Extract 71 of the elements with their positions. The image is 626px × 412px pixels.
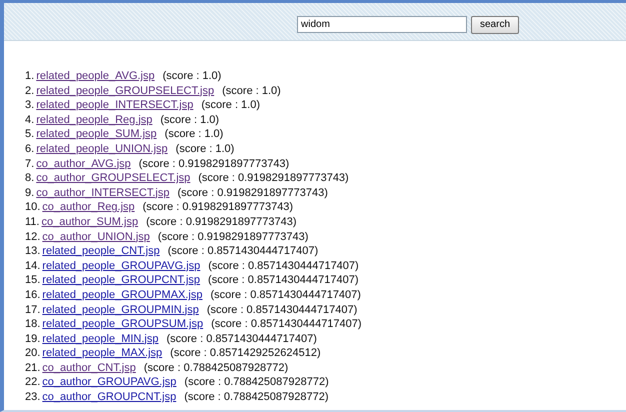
score-text: (score : 0.8571430444717407) <box>206 302 358 318</box>
result-link[interactable]: co_author_INTERSECT.jsp <box>36 186 170 200</box>
result-link[interactable]: co_author_GROUPAVG.jsp <box>42 375 176 390</box>
score-text: (score : 0.788425087928772) <box>184 390 329 405</box>
rank-number: 10. <box>25 200 40 215</box>
result-link[interactable]: co_author_GROUPCNT.jsp <box>42 390 176 405</box>
result-link[interactable]: co_author_SUM.jsp <box>41 214 138 230</box>
search-button[interactable]: search <box>471 16 520 34</box>
result-link[interactable]: related_people_GROUPCNT.jsp <box>42 273 200 288</box>
rank-number: 3. <box>25 98 34 113</box>
score-text: (score : 0.9198291897773743) <box>177 186 328 200</box>
result-link[interactable]: related_people_GROUPMAX.jsp <box>42 288 202 302</box>
result-link[interactable]: co_author_GROUPSELECT.jsp <box>36 171 190 186</box>
rank-number: 15. <box>25 273 40 288</box>
rank-number: 20. <box>25 346 40 361</box>
score-text: (score : 0.9198291897773743) <box>146 214 297 230</box>
rank-number: 14. <box>25 258 40 274</box>
score-text: (score : 1.0) <box>201 98 260 113</box>
rank-number: 9. <box>25 186 34 200</box>
rank-number: 16. <box>25 288 40 302</box>
result-link[interactable]: related_people_INTERSECT.jsp <box>36 98 194 113</box>
rank-number: 5. <box>25 127 34 142</box>
rank-number: 13. <box>25 244 40 259</box>
rank-number: 1. <box>25 69 34 84</box>
result-link[interactable]: related_people_UNION.jsp <box>36 142 168 157</box>
score-text: (score : 0.9198291897773743) <box>138 156 290 172</box>
rank-number: 11. <box>25 214 40 230</box>
score-text: (score : 0.8571430444717407) <box>210 288 361 302</box>
score-text: (score : 0.788425087928772) <box>184 375 329 390</box>
result-link[interactable]: related_people_MAX.jsp <box>42 346 162 361</box>
result-link[interactable]: related_people_GROUPSUM.jsp <box>42 317 204 332</box>
rank-number: 17. <box>25 302 40 318</box>
score-text: (score : 1.0) <box>164 127 224 142</box>
score-text: (score : 1.0) <box>160 112 220 128</box>
score-text: (score : 0.9198291897773743) <box>158 230 308 244</box>
result-link[interactable]: related_people_AVG.jsp <box>36 69 155 84</box>
rank-number: 12. <box>25 230 40 244</box>
score-text: (score : 1.0) <box>222 84 281 98</box>
score-text: (score : 0.9198291897773743) <box>198 171 349 186</box>
result-link[interactable]: related_people_SUM.jsp <box>36 127 157 142</box>
score-text: (score : 0.8571429252624512) <box>170 346 321 361</box>
score-text: (score : 0.8571430444717407) <box>208 258 359 274</box>
result-link[interactable]: co_author_AVG.jsp <box>36 156 131 172</box>
rank-number: 8. <box>25 171 34 186</box>
result-link[interactable]: co_author_Reg.jsp <box>42 200 135 215</box>
score-text: (score : 0.8571430444717407) <box>168 244 318 259</box>
result-link[interactable]: related_people_CNT.jsp <box>42 244 160 259</box>
rank-number: 6. <box>25 142 34 157</box>
rank-number: 18. <box>25 317 40 332</box>
result-link[interactable]: co_author_CNT.jsp <box>42 360 136 376</box>
result-link[interactable]: related_people_GROUPMIN.jsp <box>42 302 199 318</box>
rank-number: 21. <box>25 360 40 376</box>
rank-number: 23. <box>25 390 40 405</box>
rank-number: 4. <box>25 112 34 128</box>
score-text: (score : 1.0) <box>176 142 234 157</box>
score-text: (score : 0.8571430444717407) <box>211 317 362 332</box>
result-link[interactable]: related_people_GROUPSELECT.jsp <box>36 84 214 98</box>
rank-number: 22. <box>25 375 40 390</box>
result-link[interactable]: related_people_GROUPAVG.jsp <box>42 258 200 274</box>
result-link[interactable]: co_author_UNION.jsp <box>42 230 150 244</box>
rank-number: 19. <box>25 332 40 346</box>
score-text: (score : 0.8571430444717407) <box>208 273 358 288</box>
score-text: (score : 0.788425087928772) <box>144 360 288 376</box>
score-text: (score : 0.9198291897773743) <box>142 200 294 215</box>
result-link[interactable]: related_people_MIN.jsp <box>42 332 158 346</box>
score-text: (score : 0.8571430444717407) <box>166 332 317 346</box>
rank-number: 7. <box>25 156 34 172</box>
rank-number: 2. <box>25 84 34 98</box>
search-field[interactable]: widom <box>297 16 467 33</box>
score-text: (score : 1.0) <box>162 69 222 84</box>
result-link[interactable]: related_people_Reg.jsp <box>36 112 152 128</box>
